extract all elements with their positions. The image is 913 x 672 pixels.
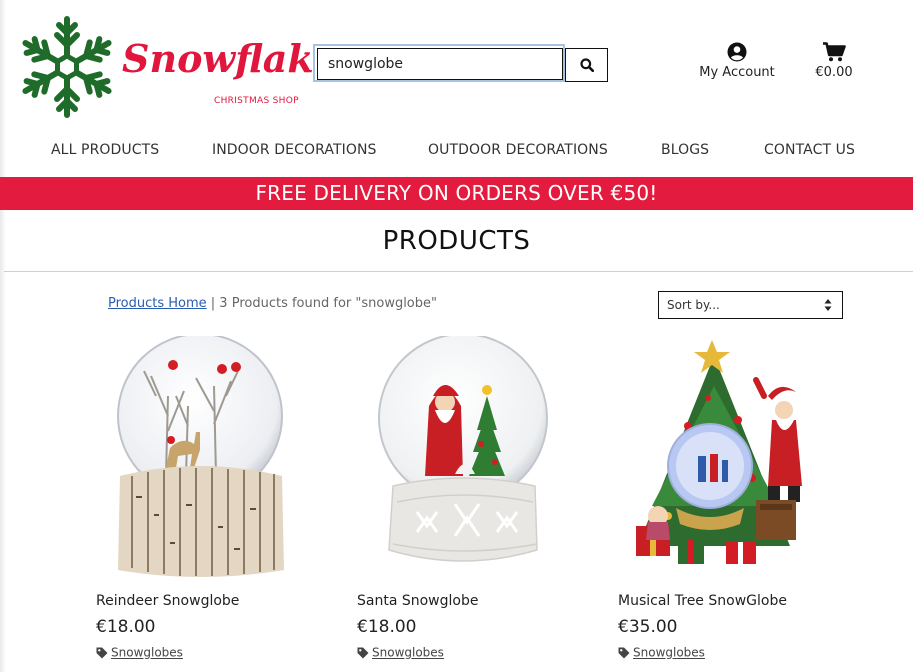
cart-link[interactable]: €0.00: [808, 42, 860, 86]
musical-tree-snowglobe-image[interactable]: [618, 336, 858, 580]
brand-subtitle: CHRISTMAS SHOP: [214, 96, 299, 106]
reindeer-snowglobe-image[interactable]: [96, 336, 336, 580]
search-focus-ring: [313, 44, 565, 82]
product-name[interactable]: Reindeer Snowglobe: [96, 593, 239, 609]
my-account-label: My Account: [699, 65, 775, 80]
sort-select[interactable]: Sort by...: [658, 291, 843, 319]
result-count-text: | 3 Products found for "snowglobe": [206, 296, 437, 311]
category-link[interactable]: Snowglobes: [111, 646, 183, 660]
main-nav: ALL PRODUCTS INDOOR DECORATIONS OUTDOOR …: [0, 142, 913, 162]
sort-arrows-icon: [824, 299, 832, 311]
product-price: €18.00: [96, 617, 156, 637]
product-card[interactable]: Santa Snowglobe €18.00 Snowglobes: [357, 336, 597, 672]
category-link[interactable]: Snowglobes: [372, 646, 444, 660]
free-delivery-banner: FREE DELIVERY ON ORDERS OVER €50!: [0, 177, 913, 210]
nav-contact-us[interactable]: CONTACT US: [764, 142, 855, 158]
search-button[interactable]: [565, 48, 608, 82]
tag-icon: [357, 647, 369, 658]
search-bar: [313, 44, 608, 82]
search-input[interactable]: [317, 48, 563, 80]
product-price: €18.00: [357, 617, 417, 637]
tag-icon: [96, 647, 108, 658]
divider: [4, 271, 913, 272]
cart-total: €0.00: [815, 65, 853, 80]
nav-all-products[interactable]: ALL PRODUCTS: [51, 142, 159, 158]
nav-indoor-decorations[interactable]: INDOOR DECORATIONS: [212, 142, 377, 158]
product-category: Snowglobes: [96, 645, 183, 660]
user-circle-icon: [727, 42, 747, 62]
my-account-link[interactable]: My Account: [690, 42, 784, 86]
santa-snowglobe-image[interactable]: [357, 336, 597, 580]
product-category: Snowglobes: [618, 645, 705, 660]
nav-blogs[interactable]: BLOGS: [661, 142, 709, 158]
product-card[interactable]: Reindeer Snowglobe €18.00 Snowglobes: [96, 336, 336, 672]
product-card[interactable]: Musical Tree SnowGlobe €35.00 Snowglobes: [618, 336, 858, 672]
breadcrumb: Products Home | 3 Products found for "sn…: [108, 296, 437, 311]
product-category: Snowglobes: [357, 645, 444, 660]
products-home-link[interactable]: Products Home: [108, 296, 207, 311]
tag-icon: [618, 647, 630, 658]
search-icon: [579, 58, 594, 72]
cart-icon: [823, 42, 846, 62]
nav-outdoor-decorations[interactable]: OUTDOOR DECORATIONS: [428, 142, 608, 158]
brand-logo[interactable]: Snowflakes CHRISTMAS SHOP: [20, 14, 359, 120]
product-name[interactable]: Musical Tree SnowGlobe: [618, 593, 787, 609]
product-price: €35.00: [618, 617, 678, 637]
page-title: PRODUCTS: [382, 226, 531, 256]
category-link[interactable]: Snowglobes: [633, 646, 705, 660]
product-name[interactable]: Santa Snowglobe: [357, 593, 478, 609]
snowflake-icon: [20, 16, 114, 120]
page-edge-shadow: [0, 0, 6, 672]
sort-selected-value: Sort by...: [667, 298, 720, 312]
